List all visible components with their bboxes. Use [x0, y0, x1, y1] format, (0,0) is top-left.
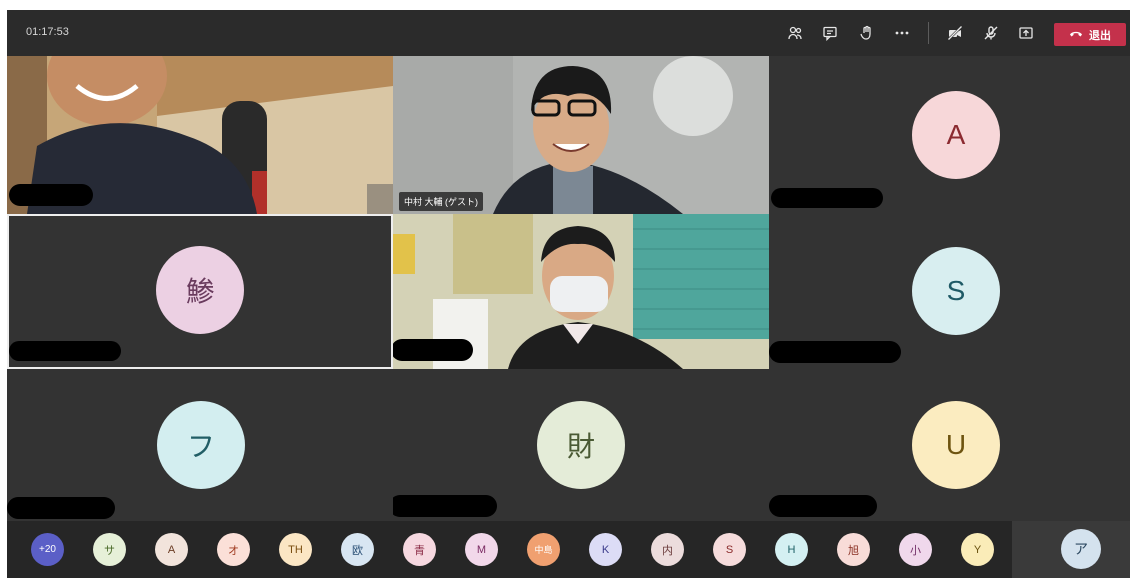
redacted-name — [769, 495, 877, 517]
leave-button[interactable]: 退出 — [1054, 23, 1126, 46]
roster-avatar[interactable]: K — [589, 533, 622, 566]
redacted-name — [393, 339, 473, 361]
roster-avatar[interactable]: S — [713, 533, 746, 566]
avatar: フ — [157, 401, 245, 489]
roster-avatar[interactable]: A — [155, 533, 188, 566]
participant-video-tile[interactable] — [7, 56, 393, 214]
roster-avatar[interactable]: Y — [961, 533, 994, 566]
roster-avatar[interactable]: 青 — [403, 533, 436, 566]
overflow-participants-button[interactable]: +20 — [31, 533, 64, 566]
roster-avatar[interactable]: サ — [93, 533, 126, 566]
participant-name-tag: 中村 大輔 (ゲスト) — [399, 192, 483, 211]
avatar: S — [912, 247, 1000, 335]
roster-avatar[interactable]: 中島 — [527, 533, 560, 566]
participant-avatar-tile[interactable]: A — [769, 56, 1130, 214]
redacted-name — [7, 497, 115, 519]
redacted-name — [9, 341, 121, 361]
redacted-name — [771, 188, 883, 208]
redacted-name — [769, 341, 901, 363]
avatar: 鯵 — [156, 246, 244, 334]
roster-avatar[interactable]: オ — [217, 533, 250, 566]
avatar: U — [912, 401, 1000, 489]
meeting-toolbar: 01:17:53 退出 — [7, 10, 1130, 56]
roster-avatar[interactable]: 欧 — [341, 533, 374, 566]
participant-avatar-tile[interactable]: フ — [7, 369, 393, 521]
raise-hand-icon[interactable] — [856, 22, 878, 44]
toolbar-divider — [928, 22, 929, 44]
avatar: 財 — [537, 401, 625, 489]
camera-off-icon[interactable] — [944, 22, 966, 44]
leave-label: 退出 — [1089, 29, 1111, 42]
roster-avatar[interactable]: ア — [1061, 529, 1101, 569]
avatar: A — [912, 91, 1000, 179]
participant-avatar-tile[interactable]: S — [769, 214, 1130, 369]
hang-up-icon — [1069, 28, 1083, 41]
participant-avatar-tile[interactable]: 財 — [393, 369, 769, 521]
share-screen-icon[interactable] — [1015, 22, 1037, 44]
roster-avatar[interactable]: M — [465, 533, 498, 566]
roster-avatar[interactable]: 小 — [899, 533, 932, 566]
participant-roster: +20 サ A オ TH 欧 青 M 中島 K 内 S H 旭 小 Y ア — [7, 521, 1130, 578]
roster-avatar[interactable]: TH — [279, 533, 312, 566]
teams-meeting-window: 01:17:53 退出 中村 大輔 (ゲスト) A 鯵 S フ 財 U +20 … — [7, 10, 1130, 578]
participants-icon[interactable] — [784, 22, 806, 44]
participant-video-tile[interactable] — [393, 214, 769, 369]
roster-overflow-panel: ア — [1012, 521, 1130, 578]
participant-avatar-tile[interactable]: 鯵 — [7, 214, 393, 369]
roster-avatar[interactable]: 旭 — [837, 533, 870, 566]
chat-icon[interactable] — [819, 22, 841, 44]
redacted-name — [393, 495, 497, 517]
redacted-name — [9, 184, 93, 206]
participant-avatar-tile[interactable]: U — [769, 369, 1130, 521]
video-feed — [393, 56, 769, 214]
participant-video-tile[interactable]: 中村 大輔 (ゲスト) — [393, 56, 769, 214]
roster-avatar[interactable]: 内 — [651, 533, 684, 566]
meeting-timer: 01:17:53 — [26, 26, 69, 38]
roster-avatar[interactable]: H — [775, 533, 808, 566]
more-options-icon[interactable] — [891, 22, 913, 44]
mic-off-icon[interactable] — [980, 22, 1002, 44]
